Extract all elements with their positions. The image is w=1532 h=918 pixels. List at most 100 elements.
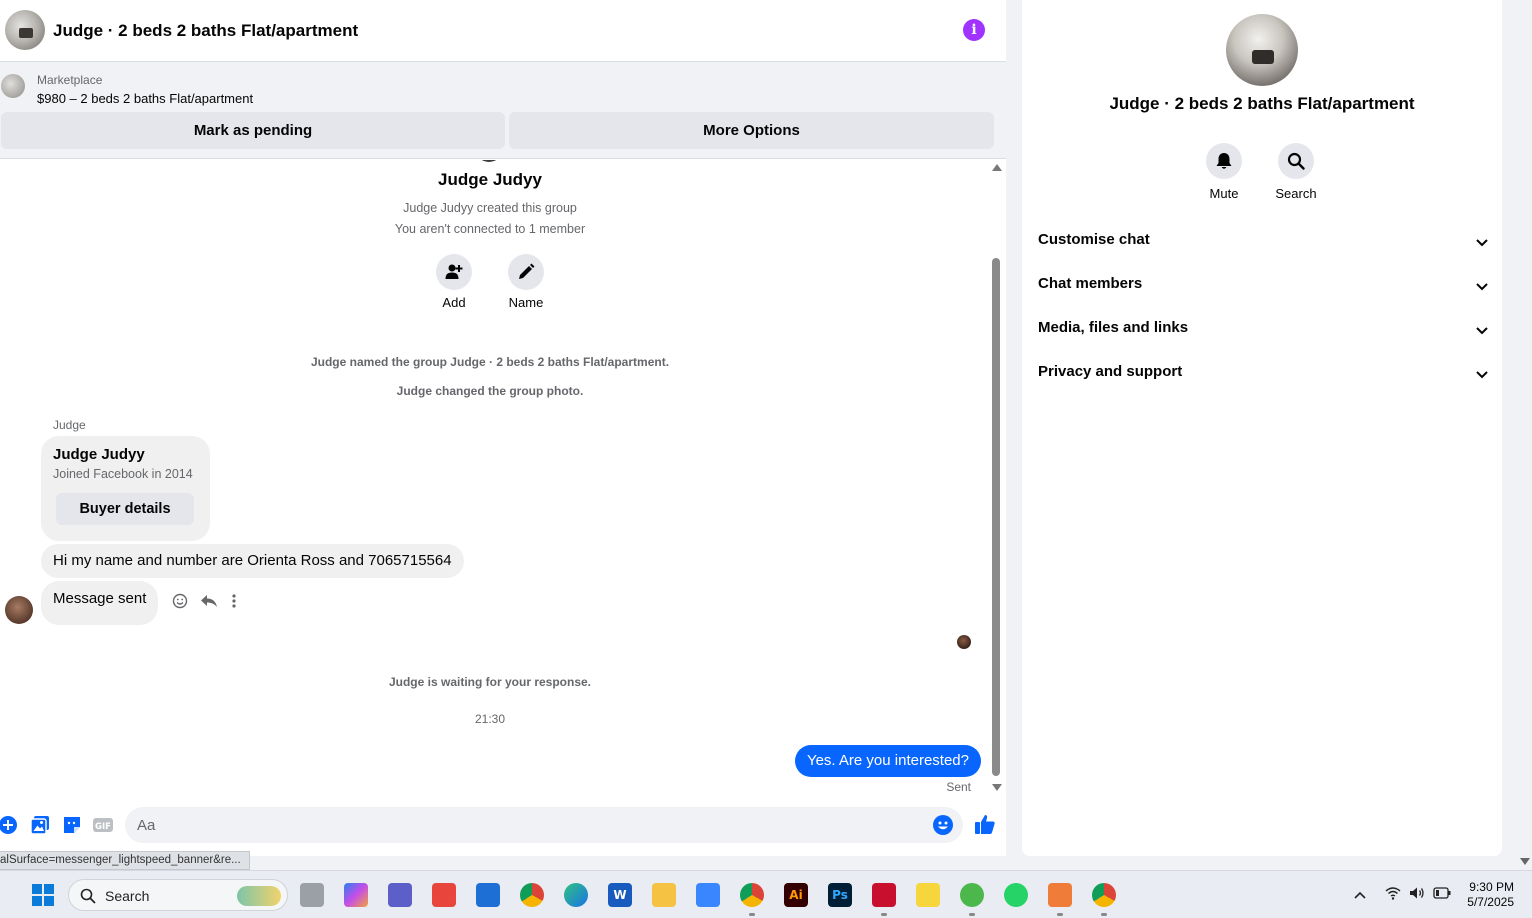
message-scrollbar[interactable] <box>990 160 1002 794</box>
whatsapp-icon[interactable] <box>1004 883 1028 907</box>
gif-icon[interactable]: GIF <box>93 815 113 835</box>
section-chat-members[interactable]: Chat members <box>1038 266 1488 302</box>
utorrent-icon[interactable] <box>960 883 984 907</box>
like-icon[interactable] <box>974 813 996 835</box>
group-photo[interactable] <box>1226 14 1298 86</box>
name-group-button[interactable] <box>508 254 544 290</box>
volume-icon[interactable] <box>1409 886 1425 903</box>
marketplace-label: Marketplace <box>37 73 103 87</box>
teams-icon[interactable] <box>388 883 412 907</box>
more-icon[interactable] <box>230 593 238 614</box>
chat-panel: Judge · 2 beds 2 baths Flat/apartment i … <box>0 0 1006 856</box>
section-label: Customise chat <box>1038 231 1150 248</box>
system-message-renamed: Judge named the group Judge · 2 beds 2 b… <box>310 355 670 369</box>
group-creator-avatar <box>475 160 503 162</box>
search-in-chat-button[interactable]: Search <box>1256 143 1336 201</box>
section-label: Privacy and support <box>1038 363 1183 380</box>
wifi-icon[interactable] <box>1385 886 1401 903</box>
composer: GIF Aa <box>0 800 1006 856</box>
section-customise-chat[interactable]: Customise chat <box>1038 222 1488 258</box>
waiting-text: Judge is waiting for your response. <box>388 675 592 689</box>
sticker-icon[interactable] <box>62 815 82 835</box>
group-name: Judge Judyy <box>438 170 542 189</box>
windows-start-icon[interactable] <box>32 884 54 906</box>
edge-icon[interactable] <box>564 883 588 907</box>
chrome-profile-icon[interactable] <box>740 883 764 907</box>
buyer-details-button[interactable]: Buyer details <box>56 493 194 525</box>
marketplace-bar: Marketplace $980 – 2 beds 2 baths Flat/a… <box>0 62 1006 159</box>
listing-title[interactable]: $980 – 2 beds 2 baths Flat/apartment <box>37 91 253 106</box>
store-icon[interactable] <box>696 883 720 907</box>
sent-status: Sent <box>946 780 971 794</box>
chrome-icon[interactable] <box>1092 883 1116 907</box>
battery-icon[interactable] <box>1433 887 1451 902</box>
plus-icon[interactable] <box>0 815 18 835</box>
info-icon[interactable]: i <box>963 19 985 41</box>
scroll-down-arrow[interactable] <box>992 784 1002 791</box>
chat-header: Judge · 2 beds 2 baths Flat/apartment i <box>0 0 1006 62</box>
message-placeholder: Aa <box>137 817 156 834</box>
add-label: Add <box>442 295 466 310</box>
mute-button[interactable]: Mute <box>1184 143 1264 201</box>
running-indicator <box>1101 913 1107 916</box>
not-connected-text: You aren't connected to 1 member <box>394 222 586 236</box>
listing-thumbnail[interactable] <box>1 74 25 98</box>
search-label: Search <box>1275 186 1317 201</box>
running-indicator <box>969 913 975 916</box>
clock-date: 5/7/2025 <box>1467 895 1514 909</box>
outgoing-message[interactable]: Yes. Are you interested? <box>794 745 981 777</box>
search-highlight-icon <box>237 886 281 906</box>
photo-icon[interactable] <box>30 815 50 835</box>
incoming-message[interactable]: Hi my name and number are Orienta Ross a… <box>41 544 464 578</box>
name-label: Name <box>508 295 544 310</box>
chevron-up-icon[interactable] <box>1354 887 1366 902</box>
buyer-joined: Joined Facebook in 2014 <box>53 467 193 481</box>
incoming-message[interactable]: Message sent <box>41 581 159 625</box>
emoji-icon[interactable] <box>933 815 953 835</box>
timestamp: 21:30 <box>474 712 506 726</box>
mute-label: Mute <box>1209 186 1239 201</box>
section-label: Media, files and links <box>1038 319 1189 336</box>
sender-name: Judge <box>53 418 86 432</box>
bell-icon <box>1216 153 1232 169</box>
buyer-name: Judge Judyy <box>53 446 145 463</box>
group-avatar[interactable] <box>5 10 45 50</box>
scroll-thumb[interactable] <box>992 258 1000 776</box>
scroll-up-arrow[interactable] <box>992 164 1002 171</box>
search-icon <box>1287 152 1305 170</box>
more-options-button[interactable]: More Options <box>509 112 994 149</box>
chevron-down-icon <box>1476 234 1488 252</box>
section-privacy-support[interactable]: Privacy and support <box>1038 354 1488 390</box>
chrome-icon[interactable] <box>520 883 544 907</box>
section-media-files-links[interactable]: Media, files and links <box>1038 310 1488 346</box>
snipping-tool-icon[interactable] <box>872 883 896 907</box>
buyer-card: Judge Judyy Joined Facebook in 2014 Buye… <box>41 436 210 541</box>
section-label: Chat members <box>1038 275 1143 292</box>
react-icon[interactable] <box>172 593 188 614</box>
system-message-photo: Judge changed the group photo. <box>396 384 584 398</box>
app-icon-orange[interactable] <box>1048 883 1072 907</box>
reply-icon[interactable] <box>200 593 218 614</box>
message-input[interactable]: Aa <box>125 807 963 843</box>
mail-icon[interactable] <box>476 883 500 907</box>
word-icon[interactable]: W <box>608 883 632 907</box>
running-indicator <box>749 913 755 916</box>
illustrator-icon[interactable]: Ai <box>784 883 808 907</box>
mark-as-pending-button[interactable]: Mark as pending <box>1 112 505 149</box>
info-title: Judge · 2 beds 2 baths Flat/apartment <box>1109 94 1415 113</box>
sender-avatar[interactable] <box>5 596 33 624</box>
chevron-down-icon <box>1476 278 1488 296</box>
link-status-bar: alSurface=messenger_lightspeed_banner&re… <box>0 851 250 870</box>
file-explorer-icon[interactable] <box>652 883 676 907</box>
clock[interactable]: 9:30 PM 5/7/2025 <box>1460 880 1514 910</box>
sticky-notes-icon[interactable] <box>916 883 940 907</box>
copilot-icon[interactable] <box>344 883 368 907</box>
chat-title[interactable]: Judge · 2 beds 2 baths Flat/apartment <box>53 21 358 41</box>
add-member-button[interactable] <box>436 254 472 290</box>
pencil-icon <box>519 263 535 279</box>
taskbar-search[interactable]: Search <box>68 879 288 911</box>
page-scroll-down-arrow[interactable] <box>1520 858 1530 865</box>
app-icon-red[interactable] <box>432 883 456 907</box>
photoshop-icon[interactable]: Ps <box>828 883 852 907</box>
task-view-icon[interactable] <box>300 883 324 907</box>
